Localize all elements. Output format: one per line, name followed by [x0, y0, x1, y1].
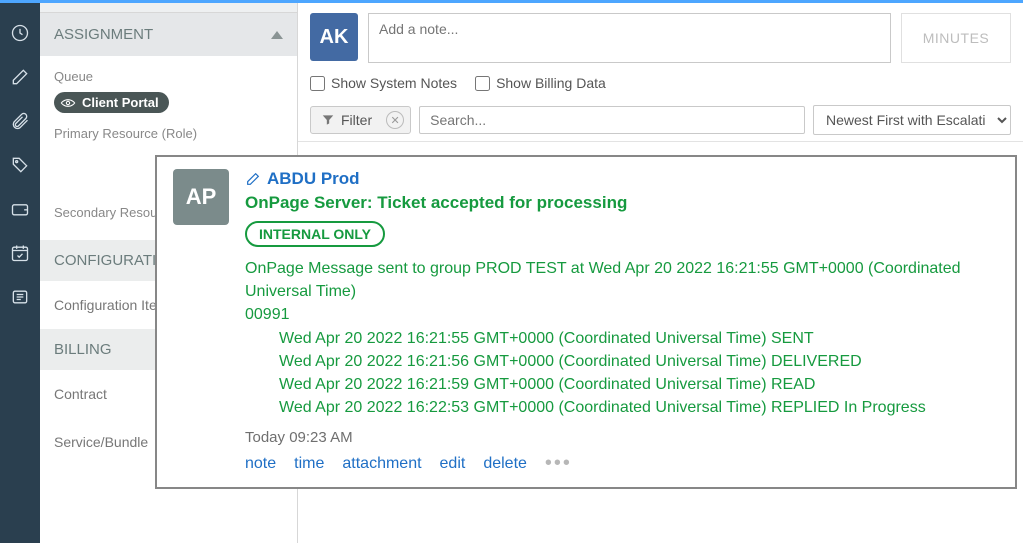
queue-field: Queue Client Portal: [40, 56, 297, 113]
note-line-2: 00991: [245, 303, 999, 326]
user-avatar: AK: [310, 13, 358, 61]
note-line-1: OnPage Message sent to group PROD TEST a…: [245, 257, 999, 303]
sort-select[interactable]: Newest First with Escalation: [813, 105, 1011, 135]
note-event: Wed Apr 20 2022 16:21:55 GMT+0000 (Coord…: [279, 327, 999, 350]
eye-icon: [60, 97, 76, 109]
note-event: Wed Apr 20 2022 16:22:53 GMT+0000 (Coord…: [279, 396, 999, 419]
paperclip-icon[interactable]: [8, 109, 32, 133]
show-system-notes-toggle[interactable]: Show System Notes: [310, 75, 457, 91]
toggles-row: Show System Notes Show Billing Data: [298, 71, 1023, 99]
list-icon[interactable]: [8, 285, 32, 309]
chevron-up-icon: [271, 31, 283, 39]
add-note-input[interactable]: [368, 13, 891, 63]
note-events: Wed Apr 20 2022 16:21:55 GMT+0000 (Coord…: [245, 327, 999, 420]
show-system-notes-checkbox[interactable]: [310, 76, 325, 91]
section-assignment-header[interactable]: ASSIGNMENT: [40, 13, 297, 56]
note-timestamp: Today 09:23 AM: [245, 429, 999, 446]
note-body: ABDU Prod OnPage Server: Ticket accepted…: [245, 169, 999, 475]
primary-resource-label: Primary Resource (Role): [54, 126, 283, 141]
sidebar-topbar: [40, 3, 297, 13]
filter-row: Filter ✕ Newest First with Escalation: [298, 99, 1023, 142]
show-billing-data-label: Show Billing Data: [496, 75, 606, 91]
tag-icon[interactable]: [8, 153, 32, 177]
queue-pill[interactable]: Client Portal: [54, 92, 169, 113]
action-edit[interactable]: edit: [440, 455, 466, 473]
note-subject: OnPage Server: Ticket accepted for proce…: [245, 193, 999, 213]
minutes-box[interactable]: MINUTES: [901, 13, 1011, 63]
note-author-avatar: AP: [173, 169, 229, 225]
note-event: Wed Apr 20 2022 16:21:59 GMT+0000 (Coord…: [279, 373, 999, 396]
edit-icon[interactable]: [8, 65, 32, 89]
action-time[interactable]: time: [294, 455, 324, 473]
internal-only-badge: INTERNAL ONLY: [245, 221, 385, 247]
action-delete[interactable]: delete: [483, 455, 527, 473]
note-author-row: ABDU Prod: [245, 169, 999, 189]
edit-note-icon[interactable]: [245, 171, 261, 187]
show-system-notes-label: Show System Notes: [331, 75, 457, 91]
action-note[interactable]: note: [245, 455, 276, 473]
note-actions: note time attachment edit delete •••: [245, 452, 999, 475]
search-input[interactable]: [419, 106, 805, 134]
show-billing-data-checkbox[interactable]: [475, 76, 490, 91]
app-root: ASSIGNMENT Queue Client Portal Primary R…: [0, 0, 1023, 543]
calendar-check-icon[interactable]: [8, 241, 32, 265]
note-author-name[interactable]: ABDU Prod: [267, 169, 360, 189]
left-icon-rail: [0, 3, 40, 543]
primary-resource-field: Primary Resource (Role): [40, 113, 297, 141]
filter-label: Filter: [341, 112, 372, 128]
note-text: OnPage Message sent to group PROD TEST a…: [245, 257, 999, 419]
filter-button[interactable]: Filter: [311, 107, 382, 133]
show-billing-data-toggle[interactable]: Show Billing Data: [475, 75, 606, 91]
section-assignment-title: ASSIGNMENT: [54, 26, 153, 43]
wallet-icon[interactable]: [8, 197, 32, 221]
clear-filter-button[interactable]: ✕: [386, 111, 404, 129]
funnel-icon: [321, 113, 335, 127]
queue-pill-label: Client Portal: [82, 95, 159, 110]
section-billing-title: BILLING: [54, 341, 112, 358]
note-card: AP ABDU Prod OnPage Server: Ticket accep…: [155, 155, 1017, 489]
note-event: Wed Apr 20 2022 16:21:56 GMT+0000 (Coord…: [279, 350, 999, 373]
more-actions-icon[interactable]: •••: [545, 452, 572, 475]
queue-label: Queue: [54, 69, 283, 84]
add-note-row: AK MINUTES: [298, 3, 1023, 71]
clock-icon[interactable]: [8, 21, 32, 45]
action-attachment[interactable]: attachment: [342, 455, 421, 473]
